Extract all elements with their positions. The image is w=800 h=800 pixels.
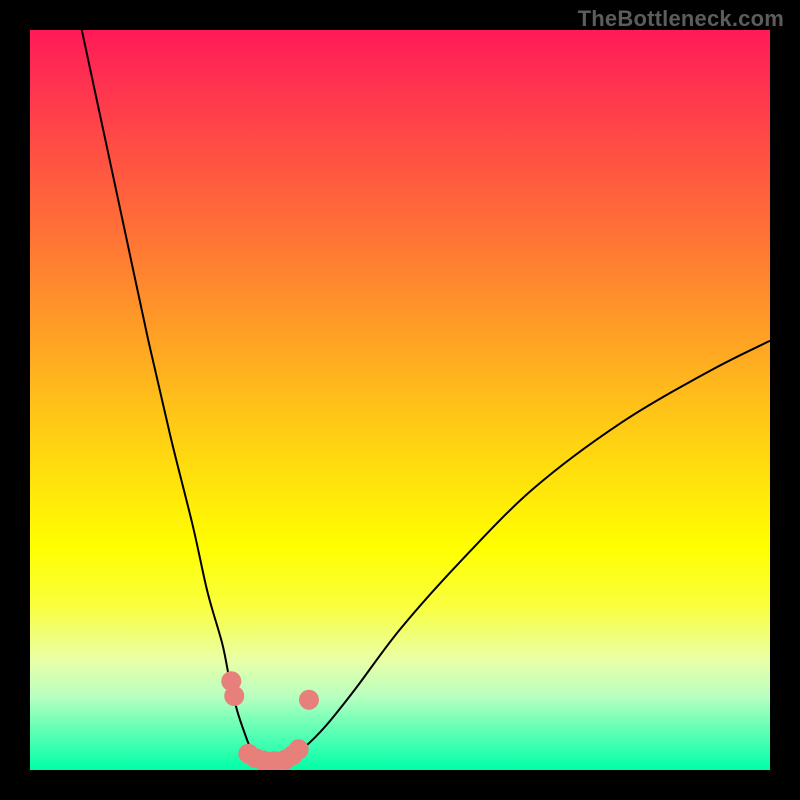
- data-marker: [289, 739, 309, 759]
- curve-path: [82, 30, 770, 761]
- bottleneck-curve: [30, 30, 770, 770]
- data-marker: [224, 686, 244, 706]
- plot-area: [30, 30, 770, 770]
- data-marker: [299, 690, 319, 710]
- attribution-text: TheBottleneck.com: [578, 6, 784, 32]
- chart-frame: TheBottleneck.com: [0, 0, 800, 800]
